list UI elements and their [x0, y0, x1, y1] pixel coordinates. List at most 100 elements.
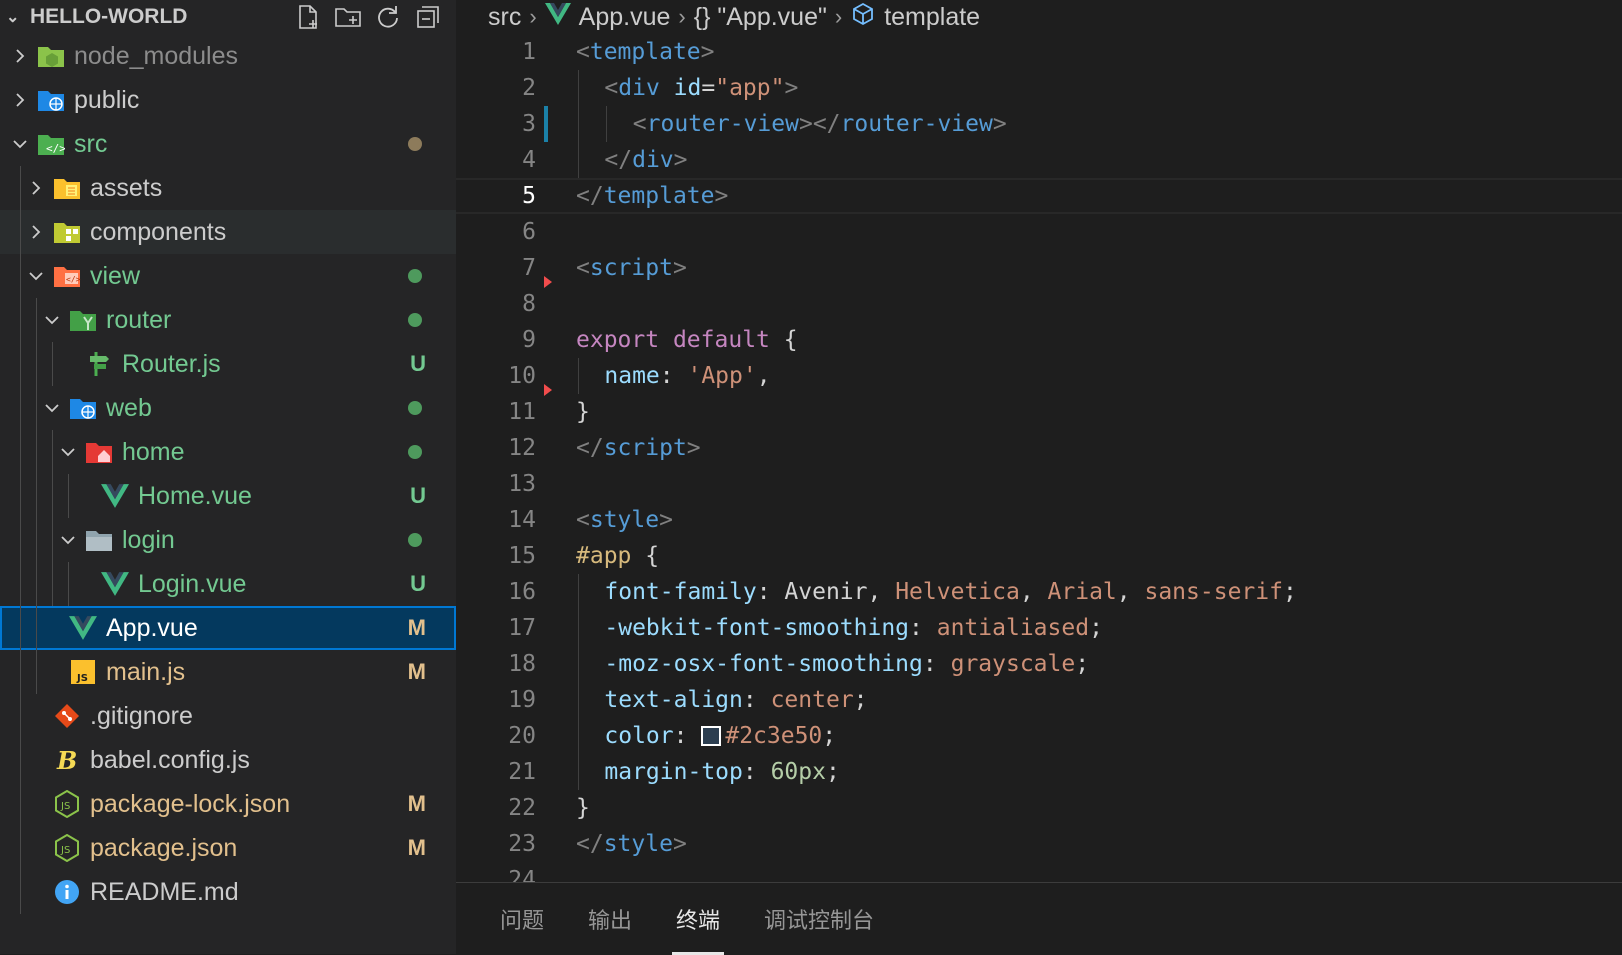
folder-item-src[interactable]: </> src — [0, 122, 456, 166]
chevron-down-icon[interactable] — [8, 135, 32, 153]
gutter[interactable] — [536, 466, 576, 502]
code-line[interactable]: 12 </script > — [456, 430, 1622, 466]
code-line[interactable]: 9 export default { — [456, 322, 1622, 358]
collapse-all-icon[interactable] — [414, 3, 442, 31]
gutter[interactable] — [536, 106, 576, 142]
gutter[interactable] — [536, 538, 576, 574]
breadcrumb-src[interactable]: src — [488, 3, 521, 32]
gutter[interactable] — [536, 70, 576, 106]
file-item-main-js[interactable]: JS main.js M — [0, 650, 456, 694]
new-folder-icon[interactable] — [334, 3, 362, 31]
file-item-home-vue[interactable]: Home.vue U — [0, 474, 456, 518]
file-item-package-json[interactable]: JS package.json M — [0, 826, 456, 870]
color-swatch[interactable] — [701, 726, 722, 746]
chevron-right-icon[interactable] — [24, 179, 48, 197]
code-line[interactable]: 17 -webkit-font-smoothing: antialiased; — [456, 610, 1622, 646]
gutter[interactable] — [536, 610, 576, 646]
file-item-app-vue[interactable]: App.vue M — [0, 606, 456, 650]
indent-guide — [20, 210, 21, 254]
explorer-header[interactable]: ⌄ HELLO-WORLD — [0, 0, 456, 34]
new-file-icon[interactable] — [294, 3, 322, 31]
gutter[interactable] — [536, 574, 576, 610]
gutter[interactable] — [536, 286, 576, 322]
code-line[interactable]: 1 < template > — [456, 34, 1622, 70]
code-line[interactable]: 15 #app { — [456, 538, 1622, 574]
code-token: Arial — [1047, 579, 1117, 605]
gutter[interactable] — [536, 178, 576, 214]
file-item-router-js[interactable]: Router.js U — [0, 342, 456, 386]
folder-item-web[interactable]: web — [0, 386, 456, 430]
code-line[interactable]: 11} — [456, 394, 1622, 430]
panel-tab[interactable]: 输出 — [588, 883, 632, 955]
gutter[interactable] — [536, 790, 576, 826]
code-line[interactable]: 22} — [456, 790, 1622, 826]
code-line[interactable]: 5 </template > — [456, 178, 1622, 214]
gutter[interactable] — [536, 718, 576, 754]
code-line[interactable]: 8 — [456, 286, 1622, 322]
file-item-login-vue[interactable]: Login.vue U — [0, 562, 456, 606]
gutter[interactable] — [536, 394, 576, 430]
code-line[interactable]: 13 — [456, 466, 1622, 502]
gutter[interactable] — [536, 862, 576, 882]
refresh-icon[interactable] — [374, 3, 402, 31]
gutter[interactable] — [536, 682, 576, 718]
code-line[interactable]: 6 — [456, 214, 1622, 250]
gutter[interactable] — [536, 430, 576, 466]
gutter[interactable] — [536, 826, 576, 862]
code-editor[interactable]: src › App.vue › {} "App.vue" › template … — [456, 0, 1622, 882]
panel-tab[interactable]: 问题 — [500, 883, 544, 955]
file-item-package-lock-json[interactable]: JS package-lock.json M — [0, 782, 456, 826]
panel-tab[interactable]: 终端 — [672, 883, 725, 955]
breadcrumb-node[interactable]: template — [884, 3, 980, 32]
gutter[interactable] — [536, 502, 576, 538]
breadcrumb-file[interactable]: App.vue — [579, 3, 671, 32]
code-line[interactable]: 18 -moz-osx-font-smoothing: grayscale; — [456, 646, 1622, 682]
chevron-down-icon[interactable]: ⌄ — [0, 7, 30, 27]
code-area[interactable]: 1 < template >2 < div id = "app" >3 < router-view >… — [456, 34, 1622, 882]
gutter[interactable] — [536, 142, 576, 178]
chevron-down-icon[interactable] — [56, 531, 80, 549]
code-line[interactable]: 23 </style > — [456, 826, 1622, 862]
chevron-down-icon[interactable] — [24, 267, 48, 285]
gutter[interactable] — [536, 34, 576, 70]
chevron-right-icon[interactable] — [8, 47, 32, 65]
folder-item-home[interactable]: home — [0, 430, 456, 474]
chevron-right-icon[interactable] — [24, 223, 48, 241]
code-line[interactable]: 20 color: #2c3e50; — [456, 718, 1622, 754]
gutter[interactable] — [536, 322, 576, 358]
chevron-down-icon[interactable] — [40, 399, 64, 417]
code-line[interactable]: 7 < script > — [456, 250, 1622, 288]
chevron-down-icon[interactable] — [40, 311, 64, 329]
folder-item-node-modules[interactable]: node_modules — [0, 34, 456, 78]
file-item-babel-config-js[interactable]: Bbabel.config.js — [0, 738, 456, 782]
code-line[interactable]: 14 < style > — [456, 502, 1622, 538]
chevron-right-icon[interactable] — [8, 91, 32, 109]
modified-line-marker[interactable] — [544, 106, 548, 142]
code-line[interactable]: 16 font-family: Avenir, Helvetica, Arial,… — [456, 574, 1622, 610]
folder-item-components[interactable]: components — [0, 210, 456, 254]
code-line[interactable]: 19 text-align: center; — [456, 682, 1622, 718]
code-line[interactable]: 3 < router-view ></router-view > — [456, 106, 1622, 142]
code-line[interactable]: 21 margin-top: 60px; — [456, 754, 1622, 790]
code-line[interactable]: 2 < div id = "app" > — [456, 70, 1622, 106]
file-item-readme-md[interactable]: README.md — [0, 870, 456, 914]
folder-item-router[interactable]: router — [0, 298, 456, 342]
gutter[interactable] — [536, 214, 576, 250]
tree-item-label: src — [74, 129, 108, 158]
folder-item-assets[interactable]: assets — [0, 166, 456, 210]
folder-item-public[interactable]: public — [0, 78, 456, 122]
code-line[interactable]: 24 — [456, 862, 1622, 882]
breadcrumb-object[interactable]: {} "App.vue" — [694, 3, 827, 32]
gutter[interactable] — [536, 358, 576, 396]
chevron-down-icon[interactable] — [56, 443, 80, 461]
code-line[interactable]: 10 name: 'App', — [456, 358, 1622, 396]
panel-tab[interactable]: 调试控制台 — [764, 883, 874, 955]
file-item-gitignore[interactable]: .gitignore — [0, 694, 456, 738]
folder-item-login[interactable]: login — [0, 518, 456, 562]
gutter[interactable] — [536, 250, 576, 288]
gutter[interactable] — [536, 754, 576, 790]
code-content: text-align: center; — [576, 682, 1622, 718]
gutter[interactable] — [536, 646, 576, 682]
code-line[interactable]: 4 </div > — [456, 142, 1622, 178]
folder-item-view[interactable]: </> view — [0, 254, 456, 298]
